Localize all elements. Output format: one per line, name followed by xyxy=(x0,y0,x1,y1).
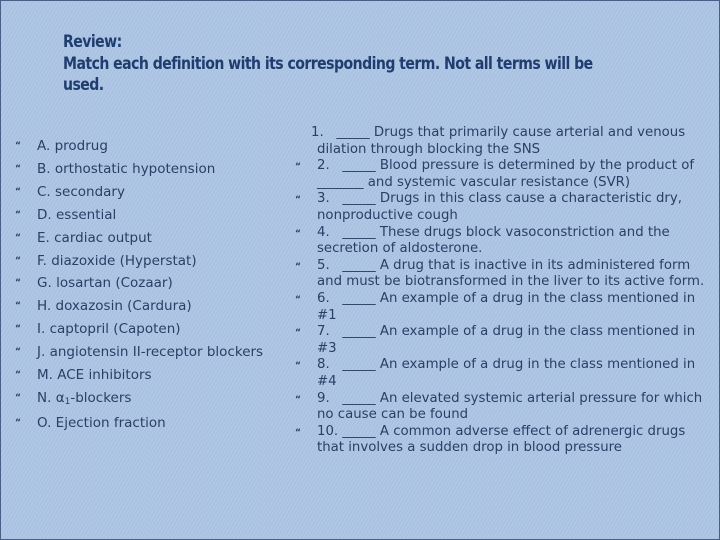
term-text: H. doxazosin (Cardura) xyxy=(37,298,192,315)
definition-item: “ 6. _____ An example of a drug in the cl… xyxy=(295,291,713,324)
term-item: “ H. doxazosin (Cardura) xyxy=(15,296,263,319)
definition-text: 9. _____ An elevated systemic arterial p… xyxy=(317,390,703,423)
term-text: B. orthostatic hypotension xyxy=(37,160,216,177)
quote-bullet-icon: “ xyxy=(15,392,21,403)
answer-blank: _____ xyxy=(342,158,376,174)
term-item: “ C. secondary xyxy=(15,182,263,205)
term-text: O. Ejection fraction xyxy=(37,414,166,431)
term-text: G. losartan (Cozaar) xyxy=(37,275,173,292)
term-text: F. diazoxide (Hyperstat) xyxy=(37,252,197,269)
term-item: “ B. orthostatic hypotension xyxy=(15,159,263,182)
definition-item: “ 7. _____ An example of a drug in the cl… xyxy=(295,324,713,357)
term-text: N. α1-blockers xyxy=(37,389,132,407)
answer-blank: _____ xyxy=(342,191,376,207)
answer-blank: _____ xyxy=(342,257,376,273)
term-item: “ F. diazoxide (Hyperstat) xyxy=(15,251,263,274)
term-text: M. ACE inhibitors xyxy=(37,367,152,384)
definition-item: 1. _____ Drugs that primarily cause arte… xyxy=(295,125,713,158)
answer-blank: _____ xyxy=(342,357,376,373)
definition-text: 6. _____ An example of a drug in the cla… xyxy=(317,290,696,323)
quote-bullet-icon: “ xyxy=(295,394,301,405)
term-item: “ G. losartan (Cozaar) xyxy=(15,273,263,296)
quote-bullet-icon: “ xyxy=(15,301,21,312)
term-text: A. prodrug xyxy=(37,138,108,154)
definition-item: “ 9. _____ An elevated systemic arterial … xyxy=(295,391,713,424)
quote-bullet-icon: “ xyxy=(15,141,21,151)
term-item: “ O. Ejection fraction xyxy=(15,413,263,436)
definition-item: “ 10. _____ A common adverse effect of ad… xyxy=(295,424,713,457)
quote-bullet-icon: “ xyxy=(15,417,21,428)
term-item: “ M. ACE inhibitors xyxy=(15,365,263,388)
slide: Review: Match each definition with its c… xyxy=(0,0,720,540)
definition-text: 4. _____ These drugs block vasoconstrict… xyxy=(317,224,670,257)
title-line-instruction-end: used. xyxy=(63,75,104,95)
quote-bullet-icon: “ xyxy=(295,361,301,372)
answer-blank: _____ xyxy=(342,224,376,240)
term-text: E. cardiac output xyxy=(37,229,152,246)
quote-bullet-icon: “ xyxy=(15,278,21,289)
quote-bullet-icon: “ xyxy=(295,261,301,272)
definition-item: “ 8. _____ An example of a drug in the cl… xyxy=(295,357,713,390)
term-text: C. secondary xyxy=(37,183,125,200)
definition-text: 7. _____ An example of a drug in the cla… xyxy=(317,324,696,356)
term-text: I. captopril (Capoten) xyxy=(37,321,181,338)
term-item: “ A. prodrug xyxy=(15,136,263,159)
term-item: “ I. captopril (Capoten) xyxy=(15,319,263,342)
definition-item: “ 2. _____ Blood pressure is determined b… xyxy=(295,158,713,191)
quote-bullet-icon: “ xyxy=(15,347,21,358)
term-item: “ J. angiotensin II-receptor blockers xyxy=(15,342,263,365)
quote-bullet-icon: “ xyxy=(15,163,21,174)
term-text: D. essential xyxy=(37,206,117,223)
slide-title: Review: Match each definition with its c… xyxy=(63,32,652,97)
quote-bullet-icon: “ xyxy=(295,294,301,305)
quote-bullet-icon: “ xyxy=(15,232,21,243)
quote-bullet-icon: “ xyxy=(295,427,301,438)
quote-bullet-icon: “ xyxy=(295,228,301,239)
definition-text: 1. _____ Drugs that primarily cause arte… xyxy=(311,125,686,157)
term-item: “ E. cardiac output xyxy=(15,228,263,251)
quote-bullet-icon: “ xyxy=(295,195,301,206)
quote-bullet-icon: “ xyxy=(15,255,21,266)
terms-list: “A. prodrug “B. orthostatic hypotension … xyxy=(15,136,263,436)
quote-bullet-icon: “ xyxy=(295,162,301,173)
answer-blank: _____ xyxy=(342,324,376,340)
definitions-list: 1. _____ Drugs that primarily cause arte… xyxy=(295,125,713,457)
quote-bullet-icon: “ xyxy=(15,209,21,220)
definition-text: 8. _____ An example of a drug in the cla… xyxy=(317,357,696,389)
quote-bullet-icon: “ xyxy=(15,186,21,197)
answer-blank: _____ xyxy=(336,125,370,140)
answer-blank: _____ xyxy=(342,423,376,439)
definition-item: “ 4. _____ These drugs block vasoconstric… xyxy=(295,225,713,258)
quote-bullet-icon: “ xyxy=(15,370,21,381)
quote-bullet-icon: “ xyxy=(15,324,21,335)
term-item: “ D. essential xyxy=(15,205,263,228)
definition-text: 5. _____ A drug that is inactive in its … xyxy=(317,257,705,290)
quote-bullet-icon: “ xyxy=(295,328,301,339)
term-text: J. angiotensin II-receptor blockers xyxy=(37,344,264,361)
definition-text: 3. _____ Drugs in this class cause a cha… xyxy=(317,191,682,223)
definition-text: 2. _____ Blood pressure is determined by… xyxy=(317,158,695,190)
definition-item: “ 3. _____ Drugs in this class cause a ch… xyxy=(295,191,713,224)
definition-item: “ 5. _____ A drug that is inactive in its… xyxy=(295,258,713,291)
title-line-review: Review: xyxy=(63,32,122,52)
title-line-instruction: Match each definition with its correspon… xyxy=(63,53,593,74)
answer-blank: _____ xyxy=(342,290,376,306)
answer-blank: _____ xyxy=(342,390,376,406)
definition-text: 10. _____ A common adverse effect of adr… xyxy=(317,423,686,456)
term-item: “ N. α1-blockers xyxy=(15,388,263,413)
